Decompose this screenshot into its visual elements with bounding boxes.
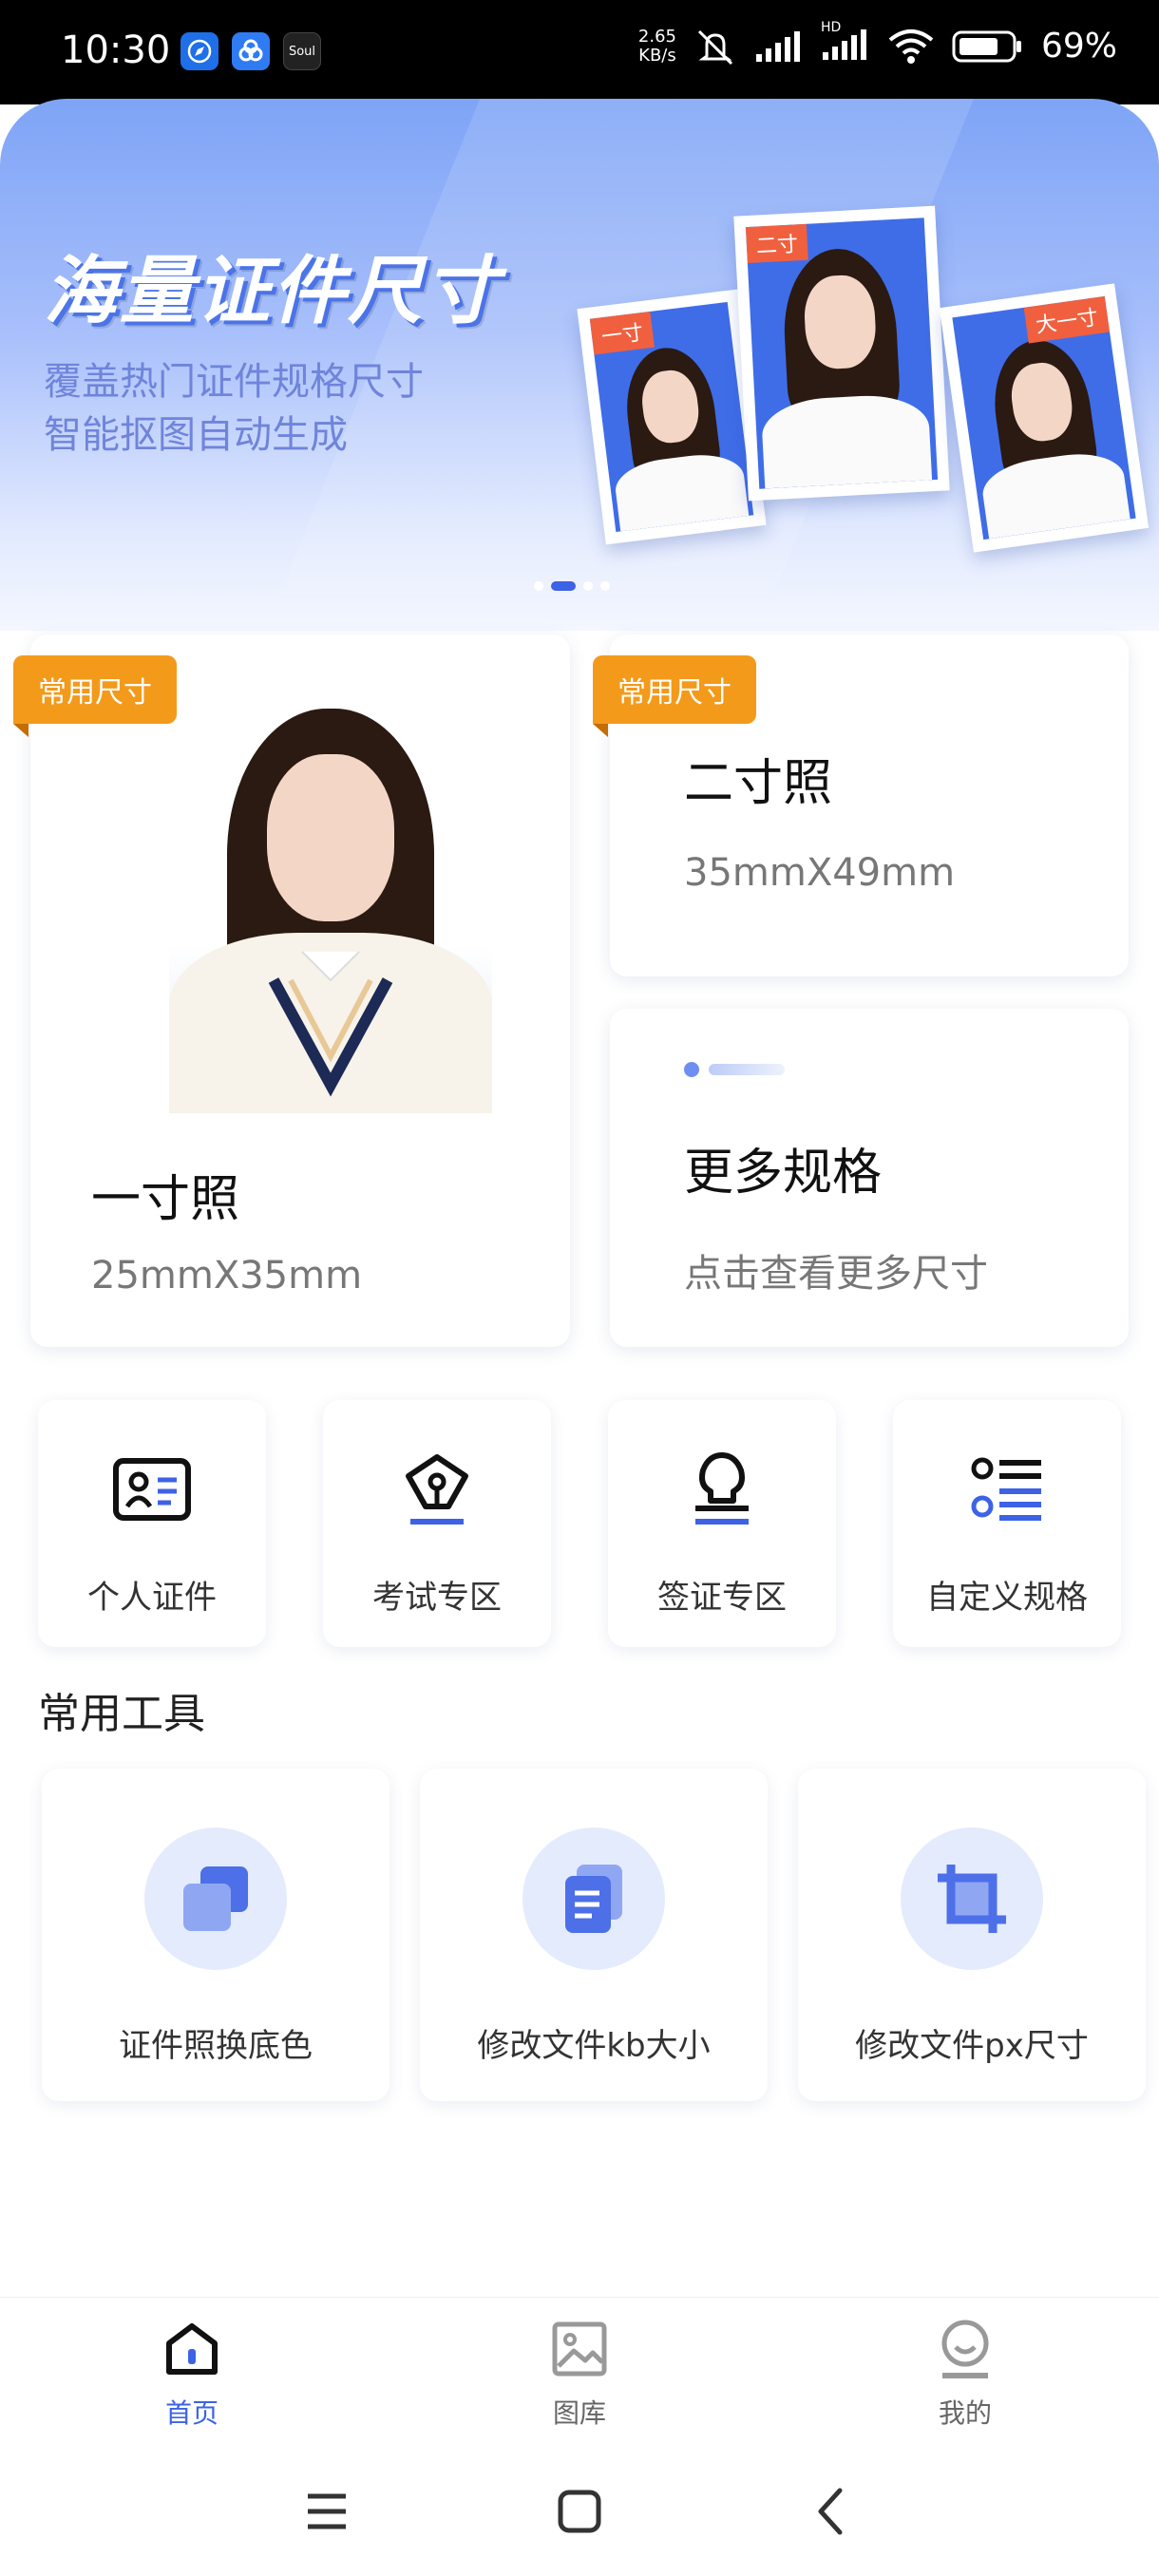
- category-label: 自定义规格: [926, 1579, 1088, 1617]
- signal-hd: HD: [821, 20, 870, 66]
- photo-tag: 一寸: [589, 311, 655, 355]
- stamp-icon: [695, 1452, 749, 1525]
- photo-tag: 大一寸: [1023, 295, 1111, 344]
- more-specs-subtitle: 点击查看更多尺寸: [684, 1252, 988, 1296]
- pen-nib-icon: [406, 1454, 468, 1525]
- banner-subtitle-line1: 覆盖热门证件规格尺寸: [44, 360, 424, 404]
- banner-pagination: [534, 581, 610, 591]
- signal-icon: [755, 30, 800, 62]
- category-exam-zone[interactable]: 考试专区: [323, 1400, 551, 1647]
- hd-label: HD: [820, 19, 842, 35]
- decor-dot: [684, 1062, 699, 1077]
- pagination-dot[interactable]: [583, 581, 593, 591]
- nav-label: 首页: [164, 2397, 218, 2429]
- soul-app-label: Soul: [288, 44, 316, 59]
- system-nav-bar: [0, 2441, 1159, 2576]
- two-inch-card[interactable]: 常用尺寸 二寸照 35mmX49mm: [593, 635, 1129, 976]
- status-time: 10:30: [61, 28, 171, 72]
- battery-percent: 69%: [1040, 27, 1117, 66]
- banner-title: 海量证件尺寸: [44, 249, 501, 334]
- banner-photo-large-one-inch: 大一寸: [939, 283, 1150, 553]
- cloud-app-icon: [232, 32, 270, 70]
- compass-app-icon: [180, 32, 218, 70]
- photo-tag: 二寸: [745, 223, 808, 264]
- tool-change-kb-size[interactable]: 修改文件kb大小: [420, 1769, 768, 2101]
- nav-gallery[interactable]: 图库: [437, 2298, 722, 2440]
- tool-label: 修改文件kb大小: [477, 2027, 711, 2065]
- more-specs-title: 更多规格: [684, 1145, 883, 1202]
- one-inch-size: 25mmX35mm: [91, 1254, 363, 1297]
- soul-app-icon: Soul: [283, 32, 321, 70]
- two-inch-size: 35mmX49mm: [684, 851, 956, 895]
- pagination-dot-active[interactable]: [551, 581, 576, 591]
- photo-frame: 二寸: [745, 218, 939, 489]
- banner-subtitle-line2: 智能抠图自动生成: [44, 413, 348, 457]
- decor-bar: [709, 1064, 785, 1075]
- id-card-icon: [113, 1458, 191, 1521]
- one-inch-card[interactable]: 常用尺寸 一寸照 25mmX35mm: [13, 635, 570, 1347]
- pagination-dot[interactable]: [534, 581, 543, 591]
- home-icon: [166, 2323, 218, 2375]
- tool-label: 证件照换底色: [119, 2027, 313, 2065]
- tool-icon-circle: [144, 1828, 287, 1970]
- banner-photo-two-inch: 二寸: [733, 205, 950, 502]
- crop-icon: [938, 1865, 1006, 1933]
- nav-label: 图库: [552, 2397, 606, 2429]
- list-icon: [971, 1457, 1041, 1521]
- common-size-badge: 常用尺寸: [13, 655, 177, 737]
- file-copy-icon: [565, 1865, 622, 1933]
- net-speed: 2.65 KB/s: [637, 26, 676, 66]
- photo-frame: 一寸: [589, 301, 754, 533]
- status-indicators: 2.65 KB/s HD 69%: [637, 20, 1117, 66]
- menu-icon[interactable]: [298, 2483, 355, 2540]
- category-custom-spec[interactable]: 自定义规格: [893, 1400, 1121, 1647]
- two-inch-title: 二寸照: [684, 755, 833, 812]
- pagination-dot[interactable]: [600, 581, 610, 591]
- category-label: 签证专区: [657, 1579, 787, 1617]
- tool-icon-circle: [522, 1828, 665, 1970]
- bottom-nav: 首页 图库 我的: [0, 2297, 1159, 2439]
- banner-photo-one-inch: 一寸: [577, 289, 767, 545]
- one-inch-title: 一寸照: [91, 1171, 240, 1228]
- tool-change-px-size[interactable]: 修改文件px尺寸: [798, 1769, 1146, 2101]
- battery-icon: [952, 30, 1021, 62]
- uniform-vneck: [268, 951, 393, 1097]
- wifi-icon: [888, 28, 934, 64]
- status-bar: 10:30 Soul 2.65 KB/s HD 69%: [0, 0, 1159, 104]
- net-speed-value: 2.65: [637, 26, 676, 47]
- common-size-badge: 常用尺寸: [593, 655, 756, 737]
- person-shirt: [760, 392, 933, 489]
- home-square-icon[interactable]: [551, 2483, 608, 2540]
- silent-bell-icon: [697, 29, 733, 65]
- tools-section-title: 常用工具: [38, 1690, 205, 1738]
- category-personal-id[interactable]: 个人证件: [38, 1400, 266, 1647]
- person-face: [267, 754, 394, 921]
- promo-banner[interactable]: 海量证件尺寸 覆盖热门证件规格尺寸 智能抠图自动生成 一寸 二寸 大一寸: [0, 99, 1159, 631]
- nav-profile[interactable]: 我的: [823, 2298, 1108, 2440]
- category-label: 个人证件: [87, 1579, 217, 1617]
- category-visa-zone[interactable]: 签证专区: [608, 1400, 836, 1647]
- tool-change-background[interactable]: 证件照换底色: [42, 1769, 390, 2101]
- layers-icon: [183, 1866, 248, 1931]
- category-label: 考试专区: [372, 1579, 502, 1617]
- tool-label: 修改文件px尺寸: [855, 2027, 1089, 2065]
- gallery-icon: [552, 2321, 607, 2377]
- sample-portrait: [169, 695, 492, 1113]
- net-speed-unit: KB/s: [638, 45, 676, 66]
- nav-label: 我的: [938, 2397, 992, 2429]
- more-specs-card[interactable]: 更多规格 点击查看更多尺寸: [610, 1009, 1129, 1347]
- banner-subtitle: 覆盖热门证件规格尺寸 智能抠图自动生成: [44, 355, 424, 462]
- back-icon[interactable]: [804, 2483, 861, 2540]
- profile-icon: [941, 2320, 989, 2378]
- nav-home[interactable]: 首页: [49, 2298, 334, 2440]
- status-app-icons: Soul: [180, 32, 321, 70]
- tool-icon-circle: [901, 1828, 1043, 1970]
- photo-frame: 大一寸: [952, 295, 1136, 540]
